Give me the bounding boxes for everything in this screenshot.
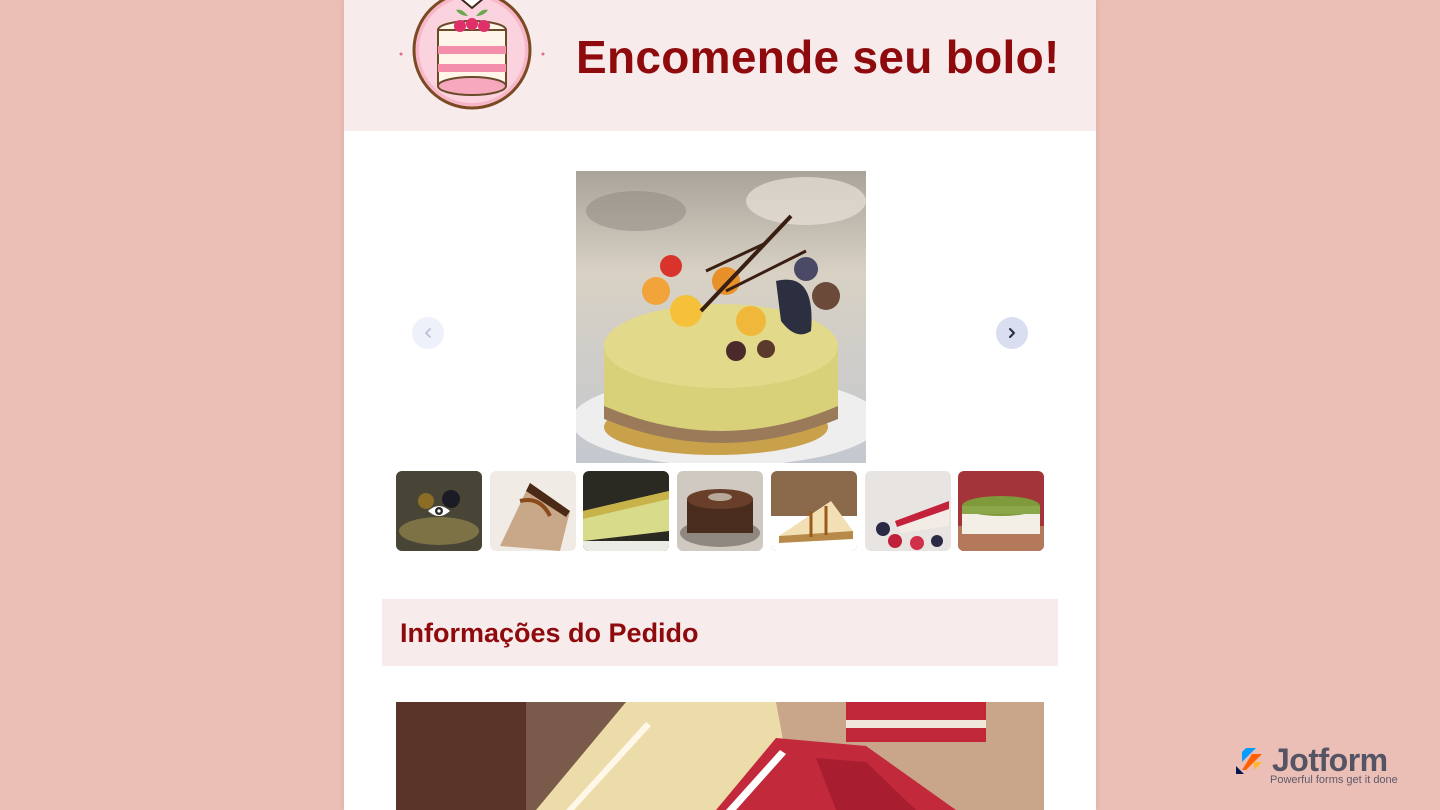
- fruit-cheesecake-thumb[interactable]: [396, 471, 482, 551]
- form-header: Encomende seu bolo!: [344, 0, 1096, 131]
- chevron-right-icon: [1009, 328, 1015, 338]
- pistachio-cheesecake-slice-thumb[interactable]: [583, 471, 669, 551]
- eye-icon: [428, 506, 450, 516]
- jotform-logo-icon: [1236, 748, 1262, 774]
- berry-cheesecake-thumb[interactable]: [865, 471, 951, 551]
- section-title: Informações do Pedido: [400, 618, 699, 648]
- jotform-tagline: Powerful forms get it done: [1270, 774, 1398, 786]
- chocolate-swirl-cheesecake-thumb[interactable]: [490, 471, 576, 551]
- jotform-badge[interactable]: Jotform Powerful forms get it done: [1232, 742, 1412, 790]
- gallery-next-button[interactable]: [996, 317, 1028, 349]
- red-velvet-cake-photo: [396, 702, 1044, 810]
- cake-logo-icon: [399, 0, 545, 110]
- chocolate-cake-thumb[interactable]: [677, 471, 763, 551]
- form-title: Encomende seu bolo!: [576, 31, 1060, 83]
- gallery-thumbnails: [396, 471, 1044, 551]
- chevron-left-icon: [425, 328, 431, 338]
- caramel-cheesecake-slice-thumb[interactable]: [771, 471, 857, 551]
- matcha-cheesecake-thumb[interactable]: [958, 471, 1044, 551]
- gallery-prev-button[interactable]: [412, 317, 444, 349]
- section-header: Informações do Pedido: [382, 599, 1058, 666]
- fruit-cheesecake-photo[interactable]: [576, 171, 866, 463]
- form-card: Encomende seu bolo! Informações do Pedid…: [344, 0, 1096, 810]
